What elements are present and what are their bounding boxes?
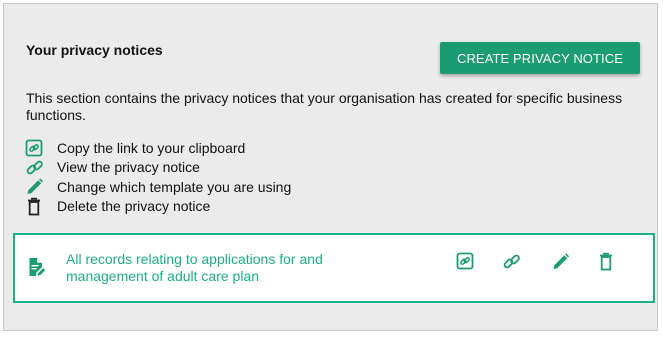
privacy-notices-panel: Your privacy notices CREATE PRIVACY NOTI… xyxy=(3,3,658,331)
legend-label: View the privacy notice xyxy=(57,159,200,176)
trash-icon[interactable] xyxy=(597,251,617,271)
link-icon[interactable] xyxy=(502,251,522,271)
legend-item-delete: Delete the privacy notice xyxy=(25,197,291,217)
create-privacy-notice-button[interactable]: CREATE PRIVACY NOTICE xyxy=(440,42,640,74)
legend-label: Delete the privacy notice xyxy=(57,198,211,215)
privacy-notice-title[interactable]: All records relating to applications for… xyxy=(66,251,406,285)
copy-link-icon xyxy=(25,138,47,157)
legend-item-copy-link: Copy the link to your clipboard xyxy=(25,138,291,158)
trash-icon xyxy=(25,197,47,216)
icon-legend: Copy the link to your clipboard View the… xyxy=(25,138,291,216)
pencil-icon[interactable] xyxy=(551,251,571,271)
document-edit-icon xyxy=(28,257,46,277)
legend-label: Change which template you are using xyxy=(57,178,292,195)
pencil-icon xyxy=(25,177,47,196)
legend-item-view: View the privacy notice xyxy=(25,158,291,178)
link-icon xyxy=(25,158,47,177)
section-description: This section contains the privacy notice… xyxy=(26,90,623,123)
copy-link-icon[interactable] xyxy=(455,251,475,271)
section-title: Your privacy notices xyxy=(26,42,163,58)
privacy-notice-row: All records relating to applications for… xyxy=(13,233,655,303)
legend-label: Copy the link to your clipboard xyxy=(57,139,246,156)
legend-item-change-template: Change which template you are using xyxy=(25,177,291,197)
